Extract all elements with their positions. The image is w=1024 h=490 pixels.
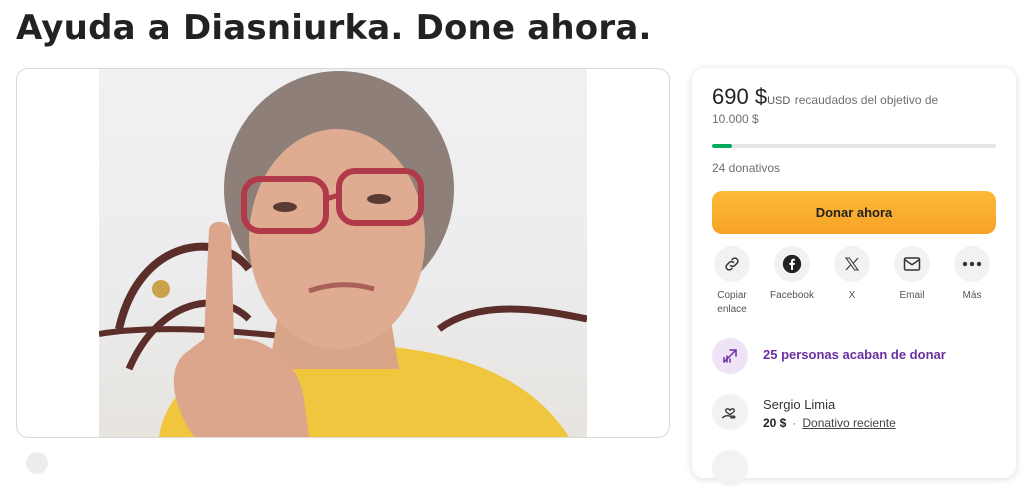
donor-name: Sergio Limia: [763, 397, 836, 412]
share-label: X: [848, 290, 856, 301]
x-icon[interactable]: [834, 246, 870, 282]
share-x[interactable]: X: [822, 246, 882, 303]
share-row: Copiar enlace Facebook X Email Más: [700, 246, 1008, 315]
trending-up-icon: [712, 338, 748, 374]
recent-donations-text: 25 personas acaban de donar: [763, 347, 946, 362]
donate-now-button[interactable]: Donar ahora: [712, 191, 996, 234]
donor-meta: 20 $ · Donativo reciente: [763, 416, 896, 430]
raised-amount: 690 $: [712, 84, 768, 109]
donor-item: Sergio Limia 20 $ · Donativo reciente: [712, 394, 1002, 434]
separator-dot: ·: [792, 416, 797, 430]
share-label: Más: [962, 290, 982, 301]
donor-item-partial: [712, 450, 1002, 490]
email-icon[interactable]: [894, 246, 930, 282]
donor-avatar-icon: [712, 450, 748, 486]
facebook-icon[interactable]: [774, 246, 810, 282]
page-title: Ayuda a Diasniurka. Done ahora.: [16, 8, 652, 48]
donation-hand-icon: [712, 394, 748, 430]
campaign-photo: [99, 69, 587, 437]
donation-card: 690 $USD recaudados del objetivo de 10.0…: [692, 68, 1016, 486]
share-facebook[interactable]: Facebook: [762, 246, 822, 303]
share-more[interactable]: Más: [942, 246, 1002, 303]
share-copy-link[interactable]: Copiar enlace: [702, 246, 762, 317]
donor-amount: 20 $: [763, 416, 787, 430]
more-icon[interactable]: [954, 246, 990, 282]
share-label: Facebook: [770, 290, 814, 301]
progress-bar: [712, 144, 996, 148]
currency-label: USD: [767, 95, 791, 107]
share-label: Email: [899, 290, 925, 301]
amount-raised: 690 $USD recaudados del objetivo de 10.0…: [712, 86, 972, 128]
organizer-avatar[interactable]: [26, 452, 48, 474]
link-icon[interactable]: [714, 246, 750, 282]
share-email[interactable]: Email: [882, 246, 942, 303]
recent-donations-banner[interactable]: 25 personas acaban de donar: [712, 338, 1002, 374]
donor-tag-link[interactable]: Donativo reciente: [802, 416, 895, 430]
progress-fill: [712, 144, 732, 148]
donations-count: 24 donativos: [712, 161, 781, 175]
share-label: Copiar enlace: [717, 290, 747, 315]
campaign-media[interactable]: [16, 68, 670, 438]
